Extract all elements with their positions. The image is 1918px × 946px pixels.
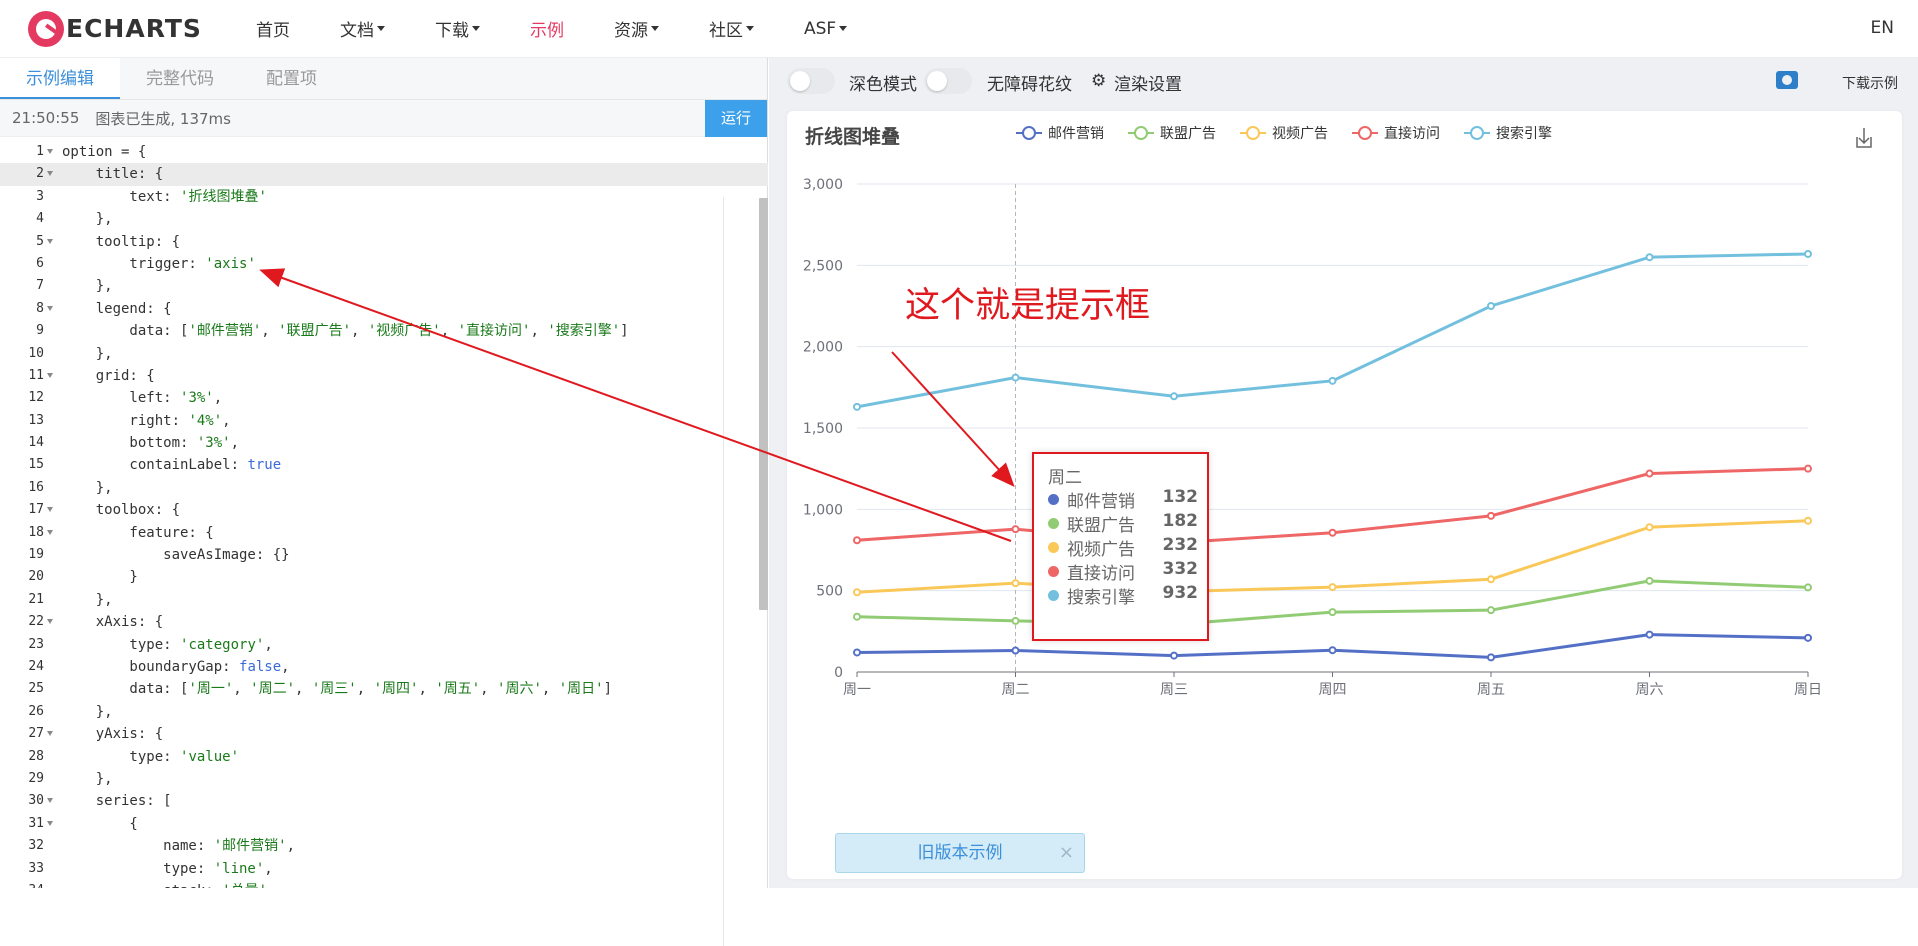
tooltip-series-name: 视频广告 <box>1067 540 1135 560</box>
tooltip-row: 直接访问 332 <box>1048 559 1199 584</box>
arrow-to-tooltip-box <box>891 351 1015 487</box>
tooltip-series-value: 132 <box>1162 487 1199 507</box>
series-dot-icon <box>1048 566 1059 577</box>
tooltip-series-value: 232 <box>1162 535 1199 555</box>
tooltip-series-value: 332 <box>1162 559 1199 579</box>
series-dot-icon <box>1048 590 1059 601</box>
annotation-arrows <box>259 268 1015 542</box>
tooltip-series-name: 联盟广告 <box>1067 516 1135 536</box>
tooltip-series-value: 182 <box>1162 511 1199 531</box>
series-dot-icon <box>1048 518 1059 529</box>
tooltip-series-value: 932 <box>1162 583 1199 603</box>
annotation-text: 这个就是提示框 <box>905 286 1151 326</box>
old-version-button[interactable]: 旧版本示例 × <box>835 833 1085 873</box>
close-icon[interactable]: × <box>1059 834 1074 872</box>
arrow-to-tooltip-code <box>259 268 1012 542</box>
tooltip-series-name: 直接访问 <box>1067 564 1135 584</box>
tooltip-series-name: 邮件营销 <box>1067 492 1135 512</box>
series-dot-icon <box>1048 494 1059 505</box>
tooltip-row: 搜索引擎 932 <box>1048 583 1199 608</box>
tooltip-title: 周二 <box>1048 468 1082 488</box>
tooltip-series-name: 搜索引擎 <box>1067 588 1135 608</box>
tooltip-row: 视频广告 232 <box>1048 535 1199 560</box>
old-version-label: 旧版本示例 <box>917 843 1003 863</box>
chart-tooltip: 周二 邮件营销 132 联盟广告 182 视频广告 232 直接访问 332 搜索引擎 932 <box>1032 452 1209 641</box>
tooltip-row: 邮件营销 132 <box>1048 487 1199 512</box>
series-dot-icon <box>1048 542 1059 553</box>
tooltip-row: 联盟广告 182 <box>1048 511 1199 536</box>
